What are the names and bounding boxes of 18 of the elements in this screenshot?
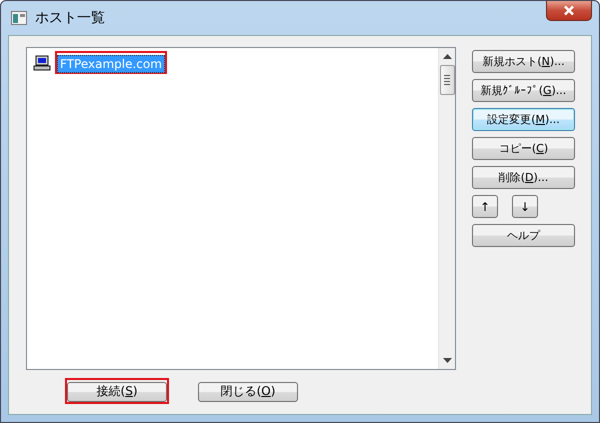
dialog-button[interactable]: 接続(S) [67,382,167,402]
side-button[interactable]: コピー(C) [472,137,575,160]
window-icon [11,11,27,25]
scrollbar[interactable] [438,48,455,369]
side-button[interactable]: 削除(D)... [472,166,575,189]
dialog-button[interactable]: 閉じる(O) [198,382,298,402]
computer-icon [33,54,51,70]
window-title: ホスト一覧 [35,9,105,27]
arrow-button[interactable]: ↓ [512,195,538,218]
side-button[interactable]: 設定変更(M)... [472,108,575,131]
scroll-up-icon[interactable] [442,54,452,59]
side-button[interactable]: 新規ホスト(N)... [472,50,575,73]
close-button[interactable] [546,1,592,21]
side-button[interactable]: 新規ｸﾞﾙｰﾌﾟ(G)... [472,79,575,102]
arrow-button[interactable]: ↑ [472,195,498,218]
scroll-down-icon[interactable] [442,358,452,363]
side-button[interactable]: ヘルプ [472,224,575,247]
close-icon [563,5,575,16]
